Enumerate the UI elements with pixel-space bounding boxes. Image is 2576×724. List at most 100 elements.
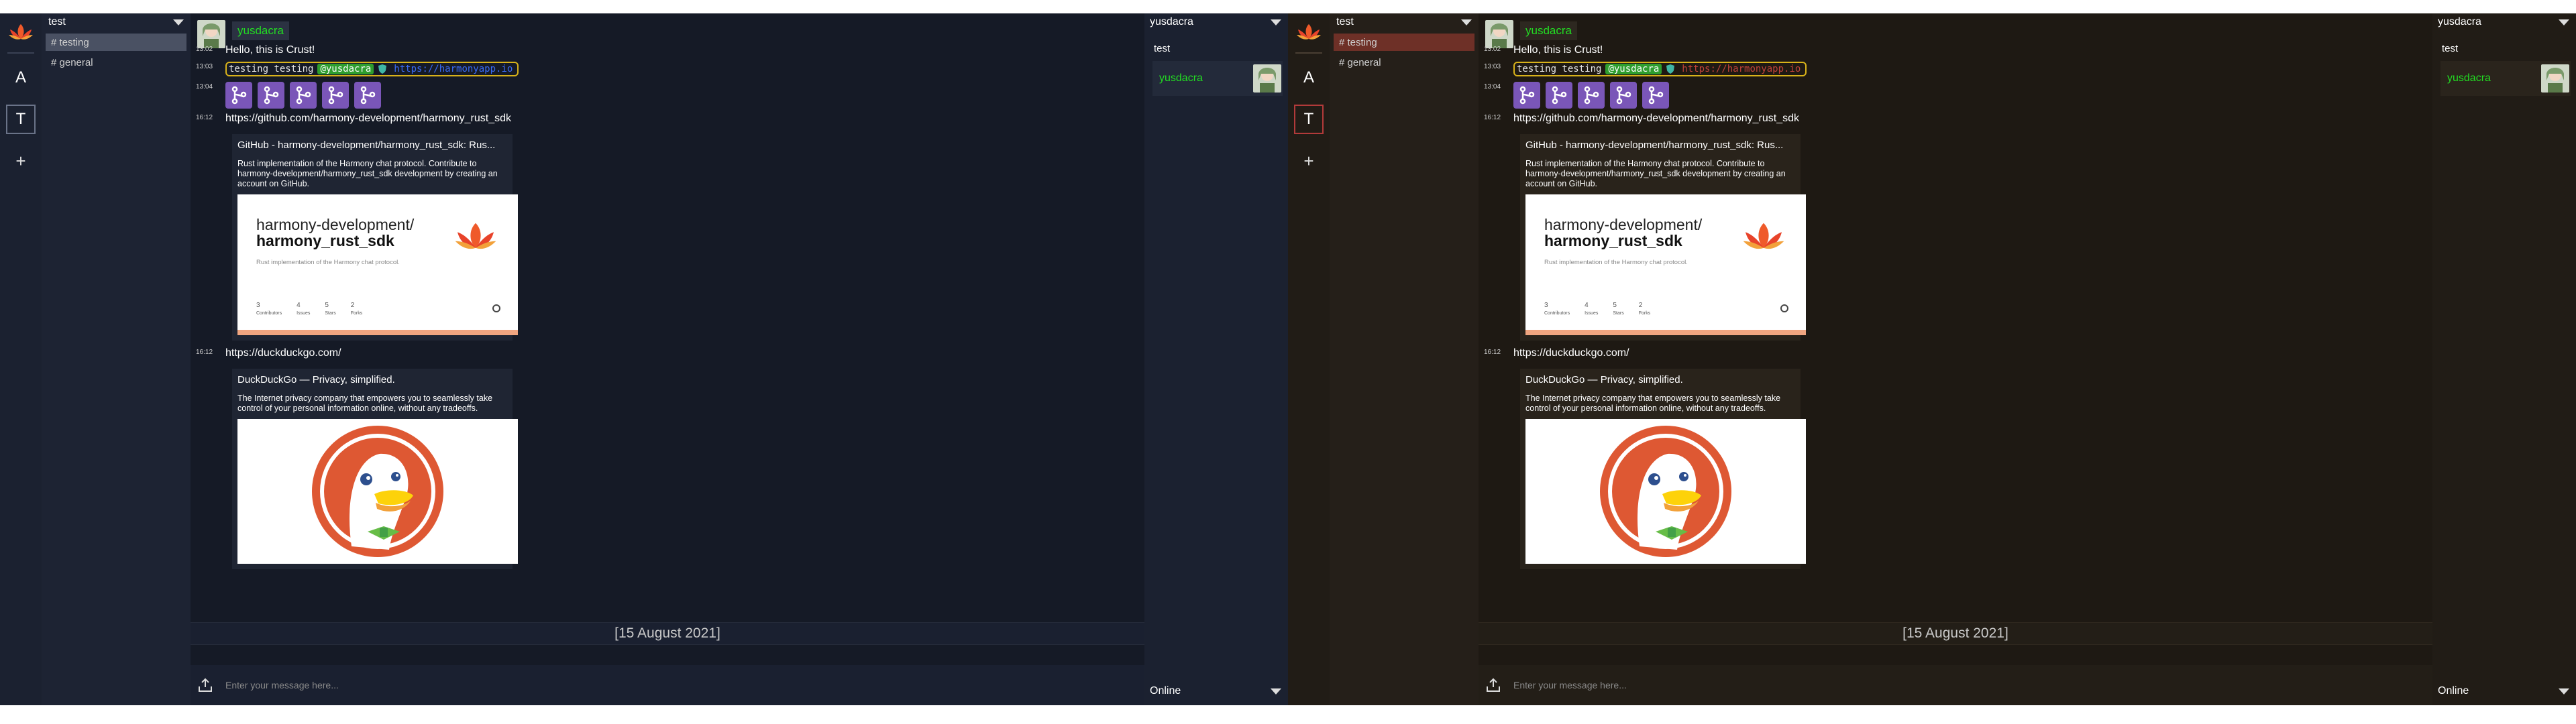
guild-bar: A T + [1288, 13, 1330, 705]
link-embed[interactable]: DuckDuckGo — Privacy, simplified. The In… [1520, 369, 1806, 569]
message-line: 13:04 [196, 82, 1144, 109]
git-branch-icon[interactable] [290, 82, 317, 109]
message-line: 16:12 https://github.com/harmony-develop… [196, 113, 1144, 130]
guild-bar: A T + [0, 13, 42, 705]
embed-title[interactable]: GitHub - harmony-development/harmony_rus… [237, 139, 507, 151]
status-selector[interactable]: Online [2432, 682, 2576, 700]
upload-icon[interactable] [197, 677, 213, 693]
chevron-down-icon[interactable] [2559, 688, 2569, 695]
guild-name-header[interactable]: test [46, 13, 186, 31]
message-link[interactable]: https://harmonyapp.io [1679, 64, 1803, 74]
member-item[interactable]: yusdacra [1152, 61, 1283, 96]
app-pane-blue: A T + test # testing # general yusdacra [0, 13, 1288, 705]
user-mention[interactable]: @yusdacra [1605, 64, 1662, 74]
member-item[interactable]: yusdacra [2440, 61, 2571, 96]
status-label: Online [1150, 685, 1181, 697]
embed-title[interactable]: DuckDuckGo — Privacy, simplified. [237, 374, 507, 385]
guild-name: test [1336, 16, 1354, 27]
guild-button-a[interactable]: A [1294, 63, 1324, 93]
guild-button-t[interactable]: T [6, 105, 36, 134]
message-list[interactable]: yusdacra 13:02 Hello, this is Crust! 13:… [1479, 13, 2432, 630]
message-link[interactable]: https://github.com/harmony-development/h… [225, 113, 511, 125]
embed-image-line1: harmony-development/ [256, 216, 415, 233]
stat-contributors: 3 Contributors [1544, 302, 1570, 316]
duckduckgo-logo[interactable] [237, 419, 518, 564]
timestamp: 16:12 [196, 349, 213, 356]
user-menu-header[interactable]: yusdacra [2432, 13, 2576, 31]
user-menu-header[interactable]: yusdacra [1144, 13, 1288, 31]
member-name: yusdacra [1159, 72, 1203, 84]
message-input[interactable] [225, 680, 628, 690]
chevron-down-icon[interactable] [2559, 19, 2569, 25]
timestamp: 13:02 [1484, 46, 1501, 53]
channel-item-general[interactable]: # general [46, 54, 186, 71]
link-embed[interactable]: DuckDuckGo — Privacy, simplified. The In… [232, 369, 518, 569]
git-branch-icon[interactable] [1513, 82, 1540, 109]
message-text: Hello, this is Crust! [225, 44, 315, 56]
timestamp: 13:02 [196, 46, 213, 53]
message-list[interactable]: yusdacra 13:02 Hello, this is Crust! 13:… [191, 13, 1144, 630]
channel-item-testing[interactable]: # testing [1334, 34, 1474, 51]
message-link[interactable]: https://duckduckgo.com/ [225, 347, 341, 359]
guild-name-header[interactable]: test [1334, 13, 1474, 31]
git-branch-icon[interactable] [1610, 82, 1637, 109]
embed-image-line2: harmony_rust_sdk [256, 232, 394, 249]
github-icon [1780, 304, 1788, 312]
member-list: yusdacra test yusdacra Online [1144, 13, 1288, 705]
git-branch-icon[interactable] [1546, 82, 1572, 109]
lotus-icon[interactable] [6, 17, 36, 47]
chevron-down-icon[interactable] [173, 19, 184, 25]
stat-forks: 2 Forks [1638, 302, 1651, 316]
guild-button-t[interactable]: T [1294, 105, 1324, 134]
add-guild-button[interactable]: + [6, 146, 36, 176]
date-separator: [15 August 2021] [1479, 622, 2432, 645]
embed-image-line1: harmony-development/ [1544, 216, 1703, 233]
embed-title[interactable]: GitHub - harmony-development/harmony_rus… [1525, 139, 1795, 151]
git-branch-icon[interactable] [225, 82, 252, 109]
guild-button-a[interactable]: A [6, 63, 36, 93]
stat-stars: 5 Stars [1613, 302, 1624, 316]
stat-forks: 2 Forks [350, 302, 363, 316]
embed-description: The Internet privacy company that empowe… [1525, 394, 1781, 413]
chevron-down-icon[interactable] [1271, 688, 1281, 695]
git-branch-icon[interactable] [1578, 82, 1605, 109]
add-guild-button[interactable]: + [1294, 146, 1324, 176]
message-link[interactable]: https://github.com/harmony-development/h… [1513, 113, 1799, 125]
embed-title[interactable]: DuckDuckGo — Privacy, simplified. [1525, 374, 1795, 385]
git-branch-icon[interactable] [1642, 82, 1669, 109]
channel-item-general[interactable]: # general [1334, 54, 1474, 71]
link-embed[interactable]: GitHub - harmony-development/harmony_rus… [1520, 134, 1806, 341]
embed-image-footer-bar [237, 330, 518, 335]
duckduckgo-logo[interactable] [1525, 419, 1806, 564]
user-mention[interactable]: @yusdacra [317, 64, 374, 74]
avatar [2541, 64, 2569, 93]
git-branch-icon[interactable] [354, 82, 381, 109]
chevron-down-icon[interactable] [1461, 19, 1472, 25]
timestamp: 13:03 [1484, 63, 1501, 70]
message-author[interactable]: yusdacra [1520, 21, 1577, 40]
timestamp: 16:12 [1484, 349, 1501, 356]
upload-icon[interactable] [1485, 677, 1501, 693]
status-selector[interactable]: Online [1144, 682, 1288, 700]
guild-name: test [48, 16, 66, 27]
embed-description: Rust implementation of the Harmony chat … [1525, 159, 1786, 188]
message-link[interactable]: https://harmonyapp.io [391, 64, 515, 74]
message-input[interactable] [1513, 680, 1916, 690]
embed-image[interactable]: harmony-development/ harmony_rust_sdk Ru… [1525, 194, 1806, 335]
stat-contributors: 3 Contributors [256, 302, 282, 316]
embed-description: The Internet privacy company that empowe… [237, 394, 493, 413]
lotus-icon [1743, 223, 1784, 249]
message-link[interactable]: https://duckduckgo.com/ [1513, 347, 1629, 359]
timestamp: 16:12 [1484, 114, 1501, 121]
lotus-icon[interactable] [1294, 17, 1324, 47]
embed-image[interactable]: harmony-development/ harmony_rust_sdk Ru… [237, 194, 518, 335]
git-branch-icon[interactable] [258, 82, 284, 109]
git-branch-icon[interactable] [322, 82, 349, 109]
message-author[interactable]: yusdacra [232, 21, 289, 40]
emote-row [225, 82, 381, 109]
chevron-down-icon[interactable] [1271, 19, 1281, 25]
lotus-icon [455, 223, 496, 249]
link-embed[interactable]: GitHub - harmony-development/harmony_rus… [232, 134, 518, 341]
channel-item-testing[interactable]: # testing [46, 34, 186, 51]
member-list: yusdacra test yusdacra Online [2432, 13, 2576, 705]
